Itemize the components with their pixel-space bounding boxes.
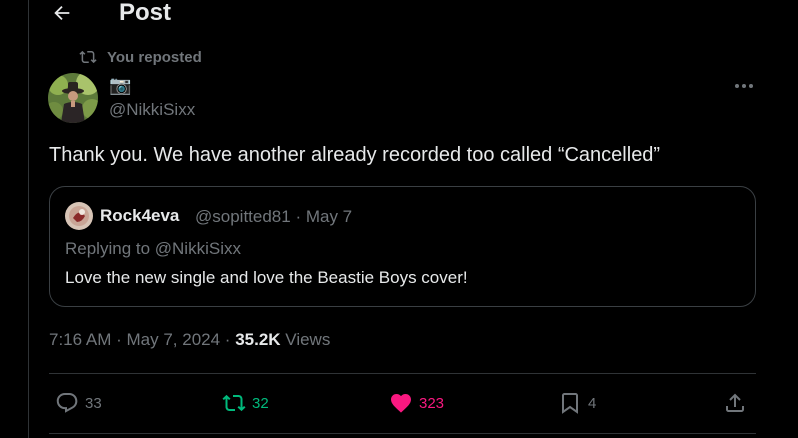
repost-icon bbox=[79, 50, 97, 64]
header: Post bbox=[29, 0, 798, 30]
divider bbox=[49, 433, 756, 434]
repost-label: You reposted bbox=[107, 48, 202, 66]
views-label: Views bbox=[285, 330, 331, 349]
author-handle[interactable]: @NikkiSixx bbox=[109, 100, 195, 120]
share-button[interactable] bbox=[723, 390, 747, 416]
more-icon bbox=[735, 84, 753, 88]
repost-button[interactable]: 32 bbox=[222, 390, 269, 416]
quote-avatar-image bbox=[65, 202, 93, 230]
page-title: Post bbox=[119, 0, 172, 26]
reply-button[interactable]: 33 bbox=[55, 390, 102, 416]
reply-icon bbox=[56, 393, 78, 413]
quote-date[interactable]: May 7 bbox=[306, 207, 352, 226]
avatar-image bbox=[48, 73, 98, 123]
post-text: Thank you. We have another already recor… bbox=[49, 144, 661, 166]
like-button[interactable]: 323 bbox=[389, 390, 444, 416]
quote-author-name[interactable]: Rock4eva bbox=[100, 206, 179, 226]
back-arrow-icon bbox=[54, 5, 70, 21]
heart-icon bbox=[391, 394, 411, 413]
views-count: 35.2K bbox=[235, 330, 281, 349]
more-options-button[interactable] bbox=[729, 74, 759, 98]
bookmark-button[interactable]: 4 bbox=[558, 390, 596, 416]
post-date[interactable]: May 7, 2024 bbox=[127, 330, 221, 349]
quoted-post[interactable]: Rock4eva @sopitted81 · May 7 Replying to… bbox=[49, 186, 756, 307]
share-icon bbox=[726, 393, 744, 412]
bookmark-count: 4 bbox=[588, 394, 597, 412]
quote-author-handle[interactable]: @sopitted81 bbox=[195, 207, 291, 226]
post-meta: 7:16 AM · May 7, 2024 · 35.2K Views bbox=[49, 330, 331, 349]
bookmark-icon bbox=[562, 393, 578, 414]
divider bbox=[49, 373, 756, 374]
quote-avatar[interactable] bbox=[65, 202, 93, 230]
quote-replying-to: Replying to @NikkiSixx bbox=[65, 239, 241, 258]
post-detail-column: Post You reposted 📷 @NikkiSixx Thank you… bbox=[28, 0, 798, 438]
quote-meta: @sopitted81 · May 7 bbox=[195, 207, 353, 226]
repost-count: 32 bbox=[252, 394, 269, 412]
like-count: 323 bbox=[419, 394, 445, 412]
reply-count: 33 bbox=[85, 394, 102, 412]
author-name[interactable]: 📷 bbox=[109, 75, 131, 96]
post-time[interactable]: 7:16 AM bbox=[49, 330, 111, 349]
back-button[interactable] bbox=[49, 0, 75, 26]
quote-text: Love the new single and love the Beastie… bbox=[65, 268, 468, 287]
repost-indicator: You reposted bbox=[79, 48, 202, 66]
author-avatar[interactable] bbox=[48, 73, 98, 123]
repost-icon bbox=[222, 394, 246, 412]
